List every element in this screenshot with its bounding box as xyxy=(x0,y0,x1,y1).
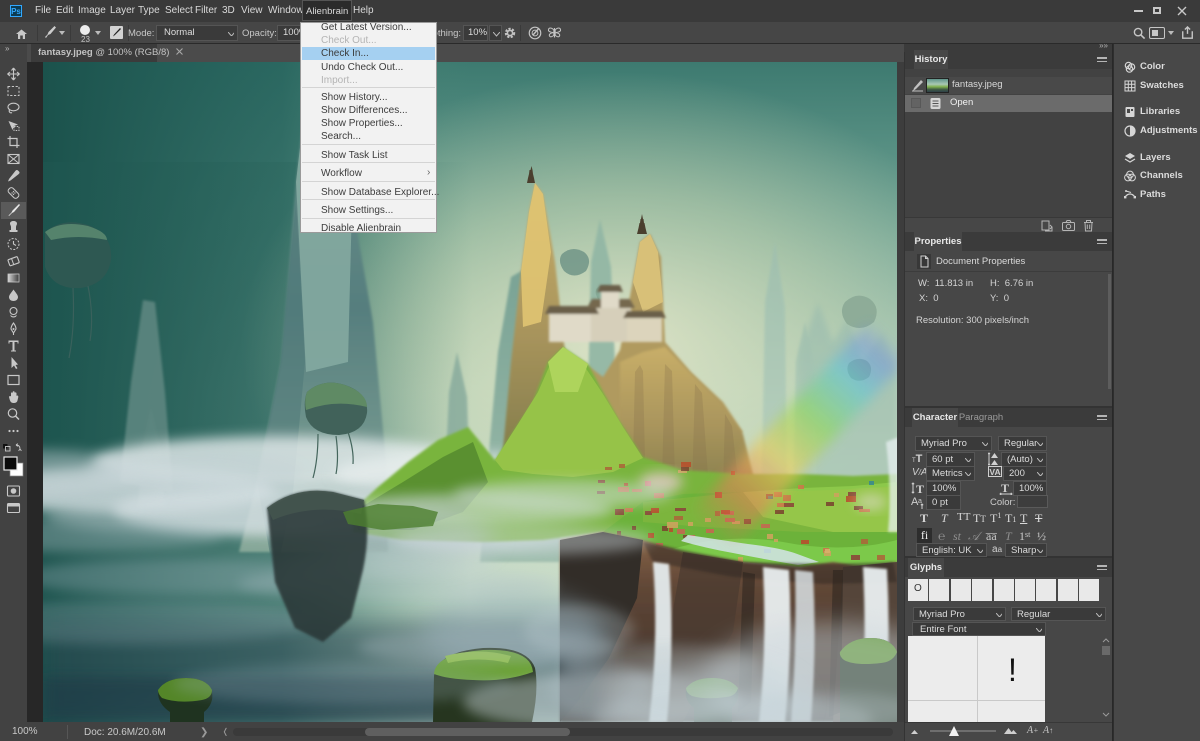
svg-text:»: » xyxy=(5,44,10,53)
svg-text:T: T xyxy=(916,482,924,495)
svg-text:T: T xyxy=(1001,481,1009,495)
